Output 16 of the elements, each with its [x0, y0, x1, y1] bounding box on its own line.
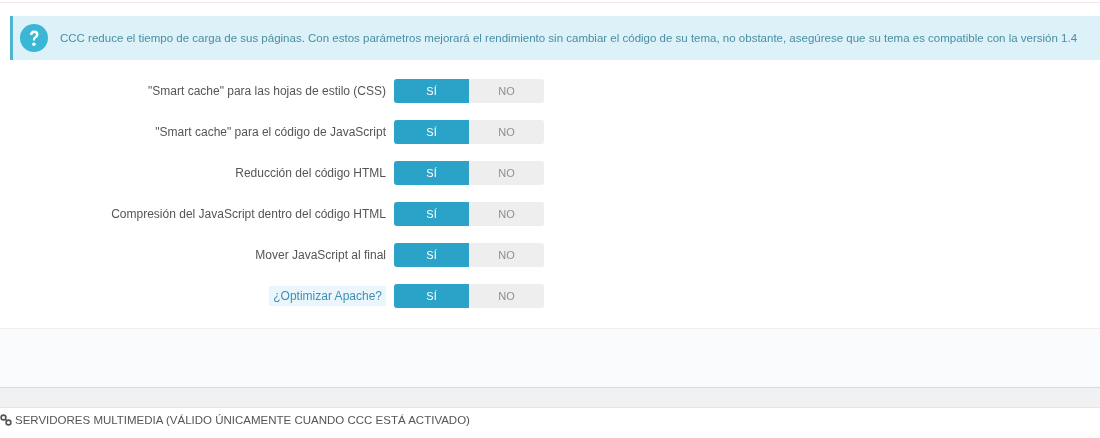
link-icon: [0, 414, 12, 426]
section-heading: SERVIDORES MULTIMEDIA (VÁLIDO ÚNICAMENTE CUANDO CCC ESTÁ ACTIVADO): [15, 414, 470, 426]
toggle-option[interactable]: SÍ: [394, 283, 469, 308]
help-icon: [20, 24, 48, 52]
toggle-option[interactable]: SÍ: [394, 160, 469, 185]
setting-label: "Smart cache" para las hojas de estilo (CSS): [148, 83, 386, 98]
alert-text: CCC reduce el tiempo de carga de sus páginas. Con estos parámetros mejorará el rendimiento sin cambiar el código de su tema, no obstante, asegúrese que su tema es compatible con la versión 1.4: [60, 32, 1078, 44]
setting-label: Reducción del código HTML: [235, 165, 386, 180]
setting-label: Compresión del JavaScript dentro del código HTML: [111, 206, 386, 221]
toggle-option[interactable]: SÍ: [394, 119, 469, 144]
toggle-option[interactable]: SÍ: [394, 78, 469, 103]
help-label[interactable]: ¿Optimizar Apache?: [269, 285, 386, 306]
setting-label: Mover JavaScript al final: [255, 247, 386, 262]
setting-label: "Smart cache" para el código de JavaScript: [155, 124, 386, 139]
toggle-option[interactable]: SÍ: [394, 242, 469, 267]
toggle-option[interactable]: SÍ: [394, 201, 469, 226]
